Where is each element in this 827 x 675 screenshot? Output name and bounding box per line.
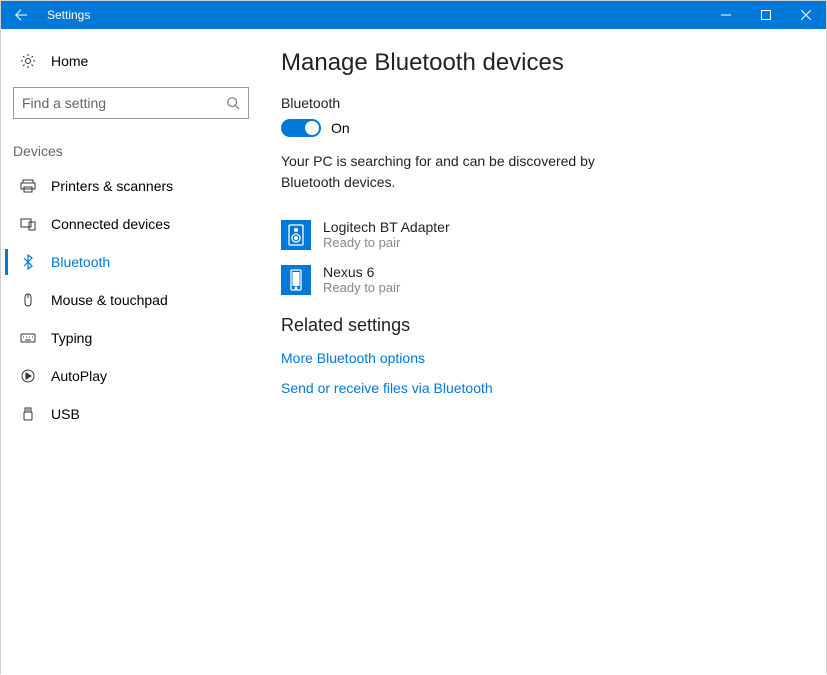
sidebar-home-label: Home (51, 53, 88, 69)
sidebar-section-label: Devices (5, 123, 257, 167)
mouse-icon (17, 292, 39, 308)
window-controls (706, 1, 826, 29)
status-text: Your PC is searching for and can be disc… (281, 151, 621, 193)
link-send-receive[interactable]: Send or receive files via Bluetooth (281, 380, 796, 396)
titlebar: Settings (1, 1, 826, 29)
speaker-icon (281, 220, 311, 250)
sidebar-item-label: USB (51, 406, 80, 422)
toggle-label: Bluetooth (281, 95, 796, 111)
connected-devices-icon (17, 216, 39, 232)
sidebar-item-typing[interactable]: Typing (5, 319, 257, 357)
device-info: Logitech BT Adapter Ready to pair (323, 219, 450, 250)
device-status: Ready to pair (323, 280, 400, 295)
main-panel: Manage Bluetooth devices Bluetooth On Yo… (261, 29, 826, 675)
page-title: Manage Bluetooth devices (281, 49, 796, 77)
search-input[interactable] (22, 95, 226, 111)
device-name: Nexus 6 (323, 264, 400, 280)
maximize-button[interactable] (746, 1, 786, 29)
bluetooth-icon (17, 254, 39, 270)
gear-icon (17, 53, 39, 69)
device-row[interactable]: Nexus 6 Ready to pair (281, 264, 796, 295)
device-status: Ready to pair (323, 235, 450, 250)
sidebar-home[interactable]: Home (5, 43, 257, 79)
device-row[interactable]: Logitech BT Adapter Ready to pair (281, 219, 796, 250)
link-more-options[interactable]: More Bluetooth options (281, 350, 796, 366)
close-button[interactable] (786, 1, 826, 29)
sidebar-item-mouse[interactable]: Mouse & touchpad (5, 281, 257, 319)
content-area: Home Devices Printers & scanners Connect… (1, 29, 826, 675)
autoplay-icon (17, 368, 39, 384)
sidebar-item-usb[interactable]: USB (5, 395, 257, 433)
toggle-state: On (331, 120, 350, 136)
device-name: Logitech BT Adapter (323, 219, 450, 235)
sidebar-item-label: Printers & scanners (51, 178, 173, 194)
sidebar-item-printers[interactable]: Printers & scanners (5, 167, 257, 205)
sidebar-item-label: Bluetooth (51, 254, 110, 270)
minimize-icon (721, 10, 731, 20)
minimize-button[interactable] (706, 1, 746, 29)
phone-icon (281, 265, 311, 295)
printer-icon (17, 178, 39, 194)
maximize-icon (761, 10, 771, 20)
keyboard-icon (17, 330, 39, 346)
sidebar-item-connected[interactable]: Connected devices (5, 205, 257, 243)
window-title: Settings (41, 1, 706, 29)
usb-icon (17, 406, 39, 422)
sidebar-item-label: Connected devices (51, 216, 170, 232)
sidebar-item-label: Typing (51, 330, 92, 346)
arrow-left-icon (14, 8, 28, 22)
sidebar-item-label: AutoPlay (51, 368, 107, 384)
toggle-row: On (281, 119, 796, 137)
back-button[interactable] (1, 1, 41, 29)
sidebar: Home Devices Printers & scanners Connect… (1, 29, 261, 675)
bluetooth-toggle[interactable] (281, 119, 321, 137)
sidebar-item-label: Mouse & touchpad (51, 292, 168, 308)
close-icon (801, 10, 811, 20)
search-box[interactable] (13, 87, 249, 119)
sidebar-item-autoplay[interactable]: AutoPlay (5, 357, 257, 395)
device-info: Nexus 6 Ready to pair (323, 264, 400, 295)
related-heading: Related settings (281, 315, 796, 336)
sidebar-item-bluetooth[interactable]: Bluetooth (5, 243, 257, 281)
search-icon (226, 96, 240, 110)
